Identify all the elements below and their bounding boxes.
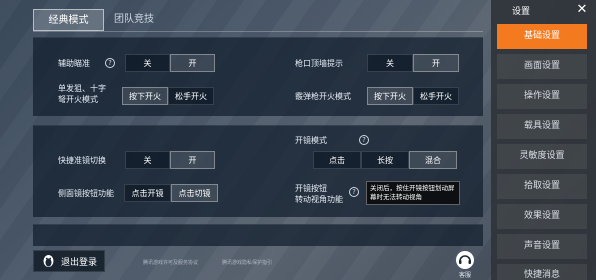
- tab-underline: [33, 31, 483, 32]
- sidebar-item-effects[interactable]: 效果设置: [497, 204, 587, 229]
- aim-assist-on[interactable]: 开: [170, 54, 215, 72]
- scope-mode-label: 开镜模式: [295, 136, 327, 145]
- mode-tabs: 经典模式 团队竞技: [33, 9, 164, 31]
- shotgun-press-fire[interactable]: 按下开火: [367, 87, 413, 105]
- scope-button-label-line1: 开镜按钮: [295, 184, 327, 193]
- aim-assist-toggle: 关 开: [125, 54, 215, 72]
- side-scope-function: 点击开镜 点击切镜: [124, 184, 218, 202]
- tooltip-line1: 关闭后，按住开镜按钮划动屏: [370, 184, 455, 192]
- scope-mode-selector: 点击 长按 混合: [313, 151, 457, 169]
- quick-scope-label: 快捷准镜切换: [58, 156, 106, 165]
- sidebar-header: 设置 ✕: [491, 0, 596, 20]
- more-settings-panel: [33, 224, 483, 246]
- muzzle-hint-label: 枪口顶墙提示: [295, 59, 343, 68]
- shotgun-fire-mode-label: 霰弹枪开火模式: [295, 92, 351, 101]
- sidebar-item-controls[interactable]: 操作设置: [497, 84, 587, 109]
- quick-scope-on[interactable]: 开: [170, 151, 215, 169]
- shotgun-fire-mode: 按下开火 松手开火: [367, 87, 459, 105]
- sidebar-title: 设置: [512, 7, 531, 17]
- headset-icon: [456, 251, 474, 269]
- fire-settings-panel: 辅助瞄准 ? 关 开 枪口顶墙提示 关 开 单发狙、十字 弩开火模式 按下开火 …: [33, 37, 483, 116]
- quick-scope-off[interactable]: 关: [125, 151, 170, 169]
- sidebar-item-audio[interactable]: 声音设置: [497, 234, 587, 259]
- customer-service-button[interactable]: 客服: [452, 247, 478, 280]
- quick-scope-toggle: 关 开: [125, 151, 215, 169]
- single-shot-release-fire[interactable]: 松手开火: [168, 87, 214, 105]
- aim-assist-label: 辅助瞄准: [58, 59, 90, 68]
- help-icon[interactable]: ?: [349, 187, 359, 197]
- sidebar-item-sensitivity[interactable]: 灵敏度设置: [497, 144, 587, 169]
- logout-label: 退出登录: [61, 257, 98, 268]
- shotgun-release-fire[interactable]: 松手开火: [413, 87, 459, 105]
- muzzle-hint-toggle: 关 开: [367, 54, 459, 72]
- scope-mode-hold[interactable]: 长按: [361, 151, 409, 169]
- single-shot-label-line1: 单发狙、十字: [58, 84, 106, 93]
- sidebar-item-vehicle[interactable]: 载具设置: [497, 114, 587, 139]
- sidebar-item-quick-messages[interactable]: 快捷消息: [497, 264, 587, 280]
- sidebar-item-pickup[interactable]: 拾取设置: [497, 174, 587, 199]
- single-shot-fire-mode: 按下开火 松手开火: [122, 87, 214, 105]
- aim-assist-off[interactable]: 关: [125, 54, 170, 72]
- muzzle-hint-on[interactable]: 开: [413, 54, 459, 72]
- scope-mode-click[interactable]: 点击: [313, 151, 361, 169]
- logout-button[interactable]: 退出登录: [33, 250, 105, 272]
- side-scope-label: 侧面镜按钮功能: [58, 189, 114, 198]
- scope-button-label-line2: 转动视角功能: [295, 195, 343, 204]
- help-icon[interactable]: ?: [105, 58, 115, 68]
- side-scope-open[interactable]: 点击开镜: [124, 184, 171, 202]
- customer-service-label: 客服: [458, 272, 471, 279]
- single-shot-press-fire[interactable]: 按下开火: [122, 87, 168, 105]
- sidebar-item-graphics[interactable]: 画面设置: [497, 54, 587, 79]
- tooltip-line2: 幕时无法转动视角: [370, 193, 422, 201]
- scope-button-tooltip: 关闭后，按住开镜按钮划动屏 幕时无法转动视角: [366, 181, 460, 205]
- privacy-guide-link[interactable]: 腾讯游戏隐私保护指引: [222, 259, 272, 266]
- help-icon[interactable]: ?: [359, 135, 369, 145]
- penguin-icon: [43, 255, 54, 267]
- side-scope-switch[interactable]: 点击切镜: [171, 184, 218, 202]
- sidebar-item-basic[interactable]: 基础设置: [497, 24, 587, 49]
- license-agreement-link[interactable]: 腾讯游戏许可及服务协议: [143, 259, 198, 266]
- close-icon[interactable]: ✕: [573, 2, 591, 18]
- tab-classic[interactable]: 经典模式: [33, 9, 104, 31]
- scope-mode-mixed[interactable]: 混合: [409, 151, 457, 169]
- muzzle-hint-off[interactable]: 关: [367, 54, 413, 72]
- single-shot-label-line2: 弩开火模式: [58, 95, 98, 104]
- tab-team-deathmatch[interactable]: 团队竞技: [104, 9, 164, 31]
- settings-sidebar: 设置 ✕ 基础设置 画面设置 操作设置 载具设置 灵敏度设置 拾取设置 效果设置…: [491, 0, 596, 280]
